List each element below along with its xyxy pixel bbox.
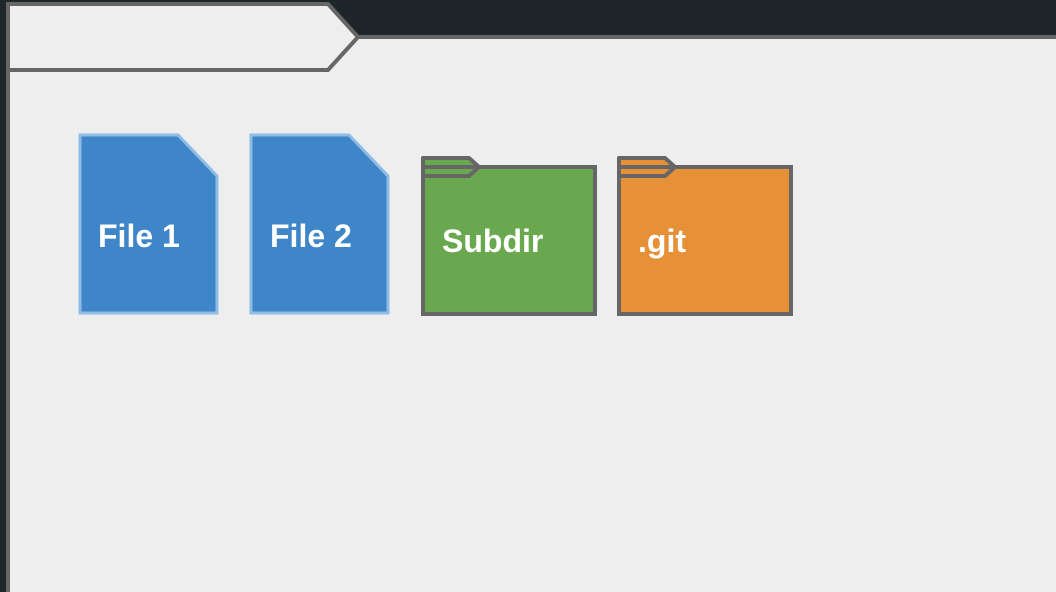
folder-label-git: .git [638, 223, 686, 259]
folder-label-subdir: Subdir [442, 223, 544, 259]
directory-diagram: File 1 File 2 Subdir .git [0, 0, 1056, 592]
file-label-2: File 2 [270, 218, 352, 254]
file-label-1: File 1 [98, 218, 180, 254]
file-item-1[interactable]: File 1 [78, 133, 220, 315]
folder-item-git[interactable]: .git [616, 155, 794, 317]
folder-item-subdir[interactable]: Subdir [420, 155, 598, 317]
file-item-2[interactable]: File 2 [249, 133, 391, 315]
